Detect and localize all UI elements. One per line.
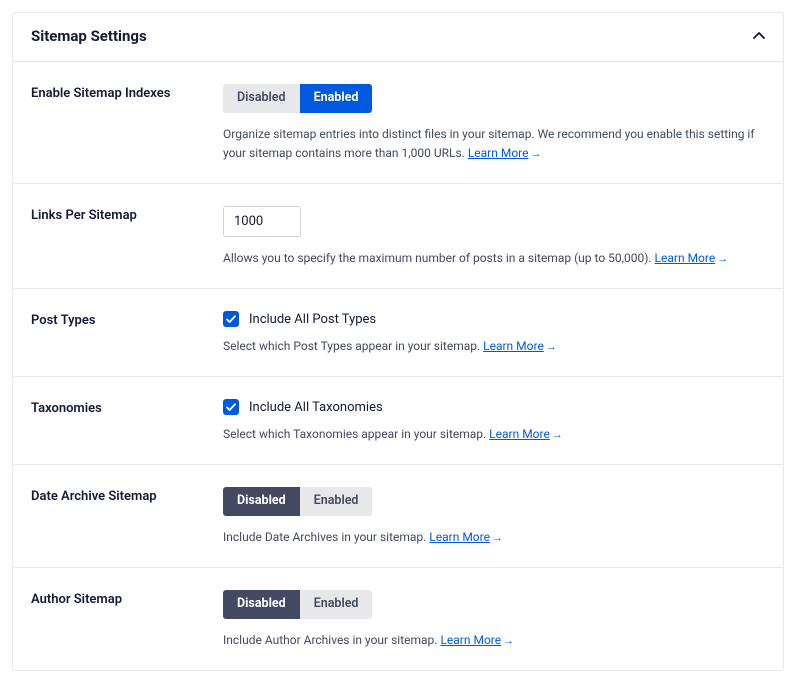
toggle-enable-indexes: Disabled Enabled [223, 84, 372, 113]
checkbox-include-all-taxonomies[interactable]: Include All Taxonomies [223, 399, 765, 415]
panel-body: Enable Sitemap Indexes Disabled Enabled … [13, 61, 783, 670]
panel-header[interactable]: Sitemap Settings [13, 13, 783, 61]
toggle-enabled-button[interactable]: Enabled [300, 590, 373, 619]
setting-content: Disabled Enabled Include Date Archives i… [223, 487, 765, 547]
toggle-author-sitemap: Disabled Enabled [223, 590, 372, 619]
setting-content: Include All Taxonomies Select which Taxo… [223, 399, 765, 444]
setting-label: Links Per Sitemap [31, 206, 223, 268]
collapse-icon [753, 30, 765, 42]
checkbox-checked-icon [223, 311, 239, 327]
setting-post-types: Post Types Include All Post Types Select… [13, 289, 783, 377]
setting-links-per-sitemap: Links Per Sitemap Allows you to specify … [13, 184, 783, 289]
learn-more-link[interactable]: Learn More [655, 251, 716, 265]
learn-more-link[interactable]: Learn More [483, 339, 544, 353]
setting-content: Allows you to specify the maximum number… [223, 206, 765, 268]
setting-label: Post Types [31, 311, 223, 356]
setting-description: Include Author Archives in your sitemap.… [223, 631, 765, 650]
toggle-disabled-button[interactable]: Disabled [223, 487, 300, 516]
checkbox-checked-icon [223, 399, 239, 415]
arrow-right-icon: → [552, 428, 563, 441]
setting-label: Taxonomies [31, 399, 223, 444]
learn-more-link[interactable]: Learn More [429, 530, 490, 544]
sitemap-settings-panel: Sitemap Settings Enable Sitemap Indexes … [12, 12, 784, 671]
setting-description: Select which Taxonomies appear in your s… [223, 425, 765, 444]
setting-date-archive-sitemap: Date Archive Sitemap Disabled Enabled In… [13, 465, 783, 568]
learn-more-link[interactable]: Learn More [440, 633, 501, 647]
setting-description: Allows you to specify the maximum number… [223, 249, 765, 268]
arrow-right-icon: → [546, 340, 557, 353]
setting-taxonomies: Taxonomies Include All Taxonomies Select… [13, 377, 783, 465]
setting-enable-sitemap-indexes: Enable Sitemap Indexes Disabled Enabled … [13, 62, 783, 184]
checkbox-label: Include All Taxonomies [249, 400, 383, 415]
setting-content: Disabled Enabled Organize sitemap entrie… [223, 84, 765, 163]
description-text: Select which Post Types appear in your s… [223, 339, 480, 353]
checkbox-label: Include All Post Types [249, 312, 376, 327]
arrow-right-icon: → [530, 147, 541, 160]
setting-label: Author Sitemap [31, 590, 223, 650]
setting-author-sitemap: Author Sitemap Disabled Enabled Include … [13, 568, 783, 670]
learn-more-link[interactable]: Learn More [489, 427, 550, 441]
setting-description: Include Date Archives in your sitemap. L… [223, 528, 765, 547]
arrow-right-icon: → [717, 252, 728, 265]
panel-title: Sitemap Settings [31, 27, 147, 45]
toggle-disabled-button[interactable]: Disabled [223, 84, 300, 113]
setting-description: Select which Post Types appear in your s… [223, 337, 765, 356]
description-text: Allows you to specify the maximum number… [223, 251, 652, 265]
arrow-right-icon: → [503, 634, 514, 647]
checkbox-include-all-post-types[interactable]: Include All Post Types [223, 311, 765, 327]
setting-label: Enable Sitemap Indexes [31, 84, 223, 163]
toggle-date-archive: Disabled Enabled [223, 487, 372, 516]
setting-content: Include All Post Types Select which Post… [223, 311, 765, 356]
setting-label: Date Archive Sitemap [31, 487, 223, 547]
description-text: Include Author Archives in your sitemap. [223, 633, 437, 647]
setting-description: Organize sitemap entries into distinct f… [223, 125, 765, 163]
toggle-disabled-button[interactable]: Disabled [223, 590, 300, 619]
arrow-right-icon: → [492, 531, 503, 544]
description-text: Include Date Archives in your sitemap. [223, 530, 426, 544]
links-per-sitemap-input[interactable] [223, 206, 301, 237]
description-text: Select which Taxonomies appear in your s… [223, 427, 486, 441]
setting-content: Disabled Enabled Include Author Archives… [223, 590, 765, 650]
toggle-enabled-button[interactable]: Enabled [300, 84, 373, 113]
toggle-enabled-button[interactable]: Enabled [300, 487, 373, 516]
learn-more-link[interactable]: Learn More [468, 146, 529, 160]
